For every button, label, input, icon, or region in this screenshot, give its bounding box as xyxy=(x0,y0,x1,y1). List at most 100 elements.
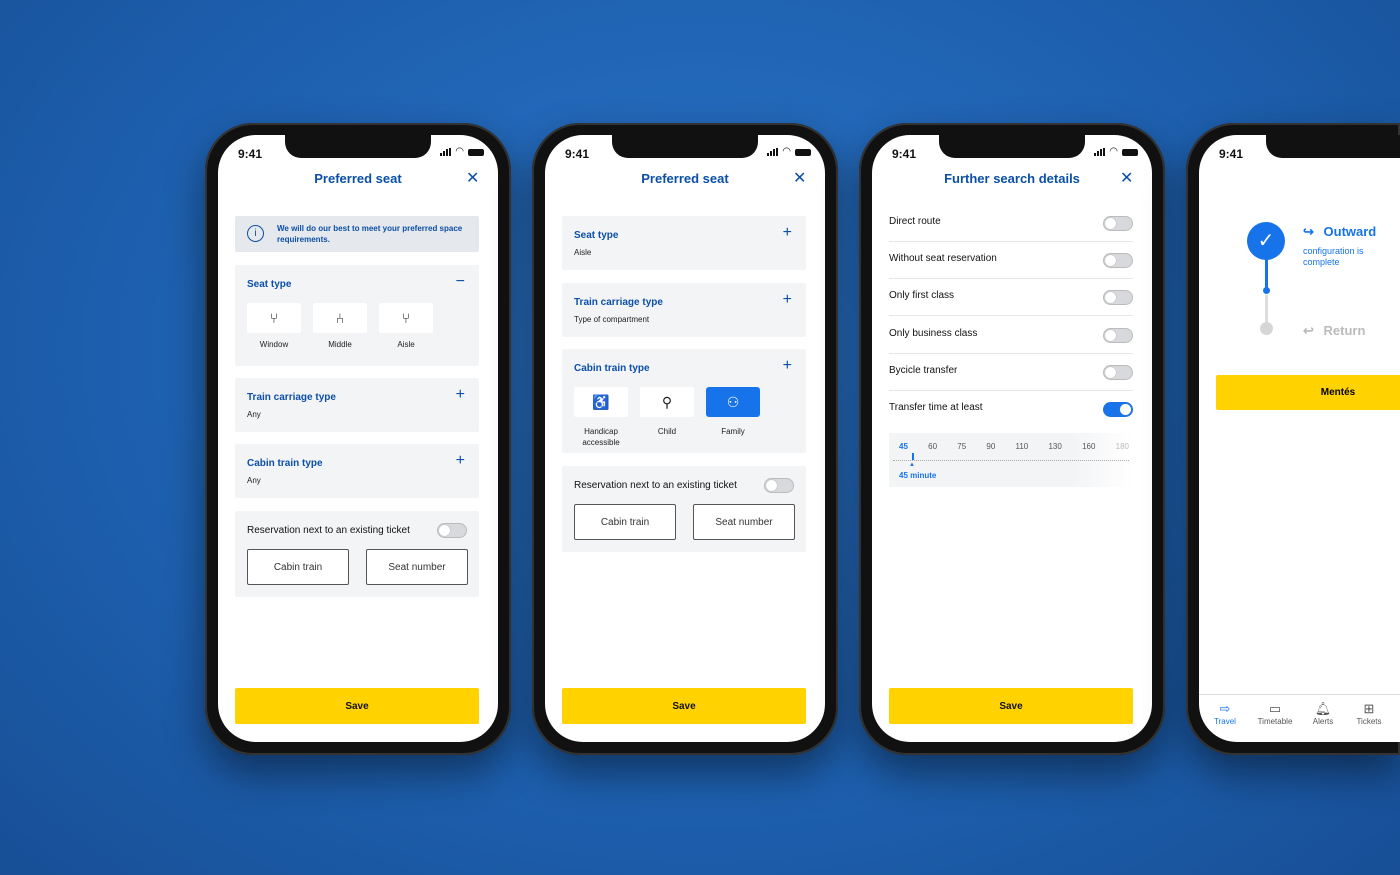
carriage-label: Train carriage type xyxy=(574,297,663,308)
option-row-first-class: Only first class xyxy=(889,279,1133,316)
carriage-value: Type of compartment xyxy=(574,315,650,324)
save-button[interactable]: Mentés xyxy=(1216,375,1400,410)
reservation-toggle[interactable] xyxy=(764,478,794,493)
save-button[interactable]: Save xyxy=(889,688,1133,724)
status-icons: ◠ xyxy=(767,147,811,157)
expand-icon[interactable]: + xyxy=(783,291,792,309)
option-label: Aisle xyxy=(397,340,415,349)
seat-type-card[interactable]: Seat type Aisle + xyxy=(562,216,806,270)
page-title: Preferred seat xyxy=(314,171,402,186)
seat-number-input[interactable]: Seat number xyxy=(693,504,795,540)
close-icon[interactable]: ✕ xyxy=(466,168,479,188)
save-button[interactable]: Save xyxy=(235,688,479,724)
slider-tick: 130 xyxy=(1048,442,1062,451)
slider-tick: 75 xyxy=(957,442,967,451)
seat-type-value: Aisle xyxy=(574,248,592,257)
reservation-label: Reservation next to an existing ticket xyxy=(247,525,410,536)
slider-tick: 160 xyxy=(1082,442,1096,451)
outward-label: Outward xyxy=(1323,224,1377,239)
return-label: Return xyxy=(1323,323,1366,338)
close-icon[interactable]: ✕ xyxy=(1120,168,1133,188)
cabin-option-child[interactable]: ⚲ xyxy=(640,387,694,417)
option-toggle[interactable] xyxy=(1103,253,1133,268)
option-label: Child xyxy=(657,427,677,436)
signal-icon xyxy=(1094,148,1106,156)
window-seat-icon: ⑂ xyxy=(269,310,279,326)
slider-tick: 60 xyxy=(928,442,938,451)
stepper-line-pending xyxy=(1265,295,1268,323)
slider-tick: 90 xyxy=(986,442,996,451)
cabin-train-input[interactable]: Cabin train xyxy=(247,549,349,585)
wifi-icon: ◠ xyxy=(455,146,464,157)
reservation-card: Reservation next to an existing ticket C… xyxy=(562,466,806,552)
child-icon: ⚲ xyxy=(661,393,673,410)
collapse-icon[interactable]: − xyxy=(456,273,465,291)
stepper-pending-circle xyxy=(1260,322,1273,335)
cabin-option-family[interactable]: ⚇ xyxy=(706,387,760,417)
option-label: Transfer time at least xyxy=(889,402,983,413)
cabin-type-card: Cabin train type + ♿ ⚲ ⚇ Handicap access… xyxy=(562,349,806,453)
tab-tickets[interactable]: ⊞ Tickets xyxy=(1351,701,1387,726)
phone-travel: 9:41 ✓ ↪ Outward configuration is comple… xyxy=(1186,123,1400,755)
reservation-toggle[interactable] xyxy=(437,523,467,538)
transfer-time-slider[interactable]: 45 60 75 90 110 130 160 180 ▲ 45 minute xyxy=(889,433,1133,487)
tab-timetable[interactable]: ▭ Timetable xyxy=(1251,701,1299,726)
expand-icon[interactable]: + xyxy=(456,386,465,404)
stepper-dot xyxy=(1263,287,1270,294)
notch xyxy=(285,135,431,158)
option-label: Handicap accessible xyxy=(582,427,620,447)
option-row-transfer-time: Transfer time at least xyxy=(889,391,1133,428)
page-title: Further search details xyxy=(944,171,1080,186)
option-row-bicycle: Bycicle transfer xyxy=(889,354,1133,391)
check-icon: ✓ xyxy=(1247,222,1285,260)
phone-preferred-seat-1: 9:41 ◠ Preferred seat ✕ i We will do our… xyxy=(205,123,511,755)
slider-track xyxy=(893,457,1129,461)
option-toggle[interactable] xyxy=(1103,290,1133,305)
outward-step[interactable]: ↪ Outward xyxy=(1303,224,1376,240)
carriage-type-card[interactable]: Train carriage type Type of compartment … xyxy=(562,283,806,337)
expand-icon[interactable]: + xyxy=(456,452,465,470)
save-button[interactable]: Save xyxy=(562,688,806,724)
option-toggle[interactable] xyxy=(1103,365,1133,380)
seat-number-input[interactable]: Seat number xyxy=(366,549,468,585)
close-icon[interactable]: ✕ xyxy=(793,168,806,188)
option-toggle[interactable] xyxy=(1103,328,1133,343)
slider-pointer-icon: ▲ xyxy=(909,462,915,468)
outward-arrow-icon: ↪ xyxy=(1303,224,1318,239)
carriage-type-card[interactable]: Train carriage type Any + xyxy=(235,378,479,432)
middle-seat-icon: ⑃ xyxy=(335,310,345,326)
option-toggle[interactable] xyxy=(1103,402,1133,417)
page-title: Preferred seat xyxy=(641,171,729,186)
tab-alerts[interactable]: 🔔︎ Alerts xyxy=(1307,701,1339,726)
screen: 9:41 ◠ Further search details ✕ Direct r… xyxy=(872,135,1152,742)
seat-option-aisle[interactable]: ⑂ xyxy=(379,303,433,333)
status-time: 9:41 xyxy=(238,147,263,161)
info-icon: i xyxy=(247,225,264,242)
status-time: 9:41 xyxy=(565,147,590,161)
return-step[interactable]: ↩ Return xyxy=(1303,323,1365,339)
notch xyxy=(939,135,1085,158)
status-time: 9:41 xyxy=(892,147,917,161)
expand-icon[interactable]: + xyxy=(783,224,792,242)
slider-handle[interactable] xyxy=(912,453,914,460)
expand-icon[interactable]: + xyxy=(783,357,792,375)
screen: 9:41 ✓ ↪ Outward configuration is comple… xyxy=(1199,135,1400,742)
tab-travel[interactable]: ⇨ Travel xyxy=(1209,701,1241,726)
family-icon: ⚇ xyxy=(726,393,740,410)
option-label: Window xyxy=(259,340,289,349)
cabin-type-card[interactable]: Cabin train type Any + xyxy=(235,444,479,498)
slider-ticks: 45 60 75 90 110 130 160 180 xyxy=(899,442,1129,451)
seat-option-window[interactable]: ⑂ xyxy=(247,303,301,333)
screen: 9:41 ◠ Preferred seat ✕ i We will do our… xyxy=(218,135,498,742)
option-toggle[interactable] xyxy=(1103,216,1133,231)
cabin-label: Cabin train type xyxy=(574,363,650,374)
tab-label: Timetable xyxy=(1257,717,1293,726)
slider-value-label: 45 minute xyxy=(899,471,937,480)
cabin-train-input[interactable]: Cabin train xyxy=(574,504,676,540)
cabin-option-handicap[interactable]: ♿ xyxy=(574,387,628,417)
carriage-value: Any xyxy=(247,410,261,419)
seat-option-middle[interactable]: ⑃ xyxy=(313,303,367,333)
option-label: Bycicle transfer xyxy=(889,365,958,376)
option-row-business-class: Only business class xyxy=(889,317,1133,354)
tab-label: Alerts xyxy=(1312,717,1334,726)
